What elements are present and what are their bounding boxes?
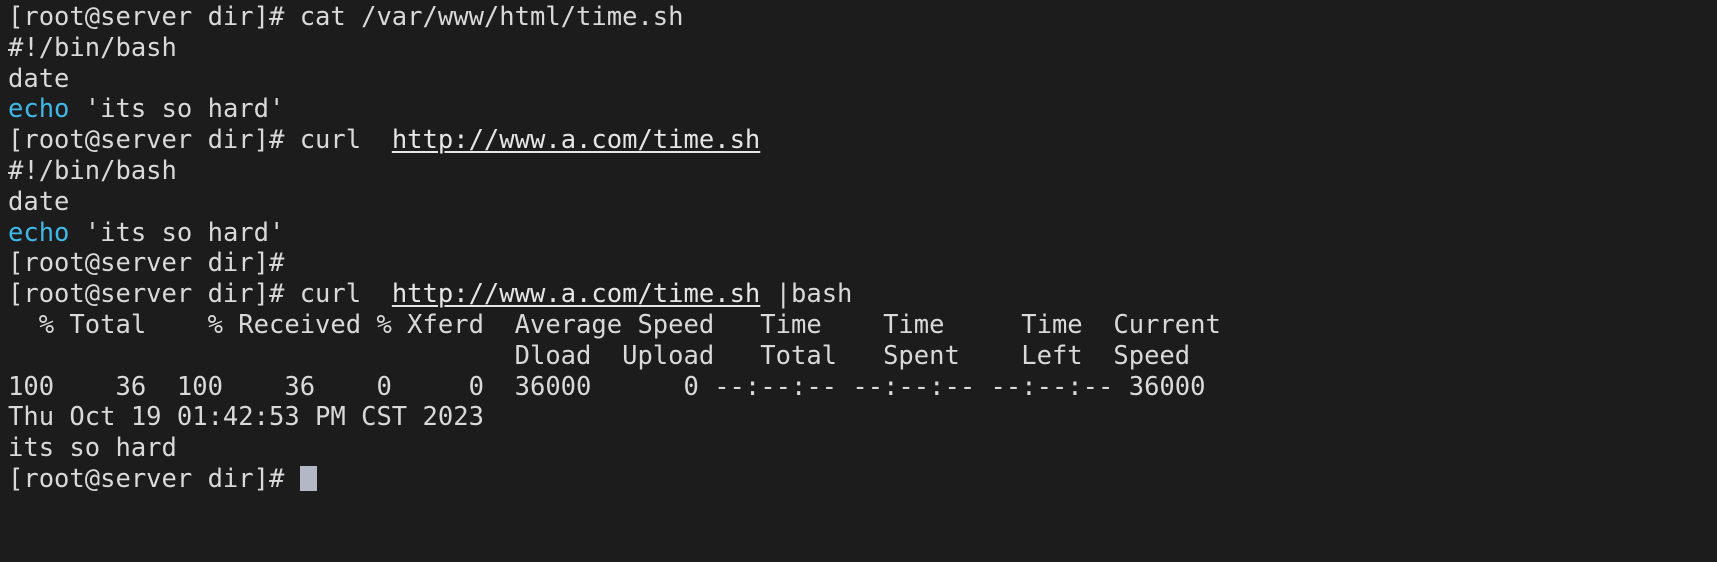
- line-4-echo: echo 'its so hard': [8, 94, 1717, 125]
- line-3-date-segment-0: date: [8, 63, 70, 94]
- line-14-date-output-segment-0: Thu Oct 19 01:42:53 PM CST 2023: [8, 402, 484, 433]
- line-2-shebang-segment-0: #!/bin/bash: [8, 32, 177, 63]
- line-7-date: date: [8, 187, 1717, 218]
- line-15-echo-output-segment-0: its so hard: [8, 433, 177, 464]
- line-11-curl-header-1-segment-0: % Total % Received % Xferd Average Speed…: [8, 309, 1221, 340]
- line-5-curl-command-segment-0: [root@server dir]# curl: [8, 125, 392, 156]
- terminal-screen[interactable]: [root@server dir]# cat /var/www/html/tim…: [8, 2, 1717, 562]
- line-4-echo-segment-1: 'its so hard': [69, 94, 285, 125]
- line-14-date-output: Thu Oct 19 01:42:53 PM CST 2023: [8, 402, 1717, 433]
- line-16-final-prompt-segment-0: [root@server dir]#: [8, 463, 300, 494]
- line-3-date: date: [8, 64, 1717, 95]
- line-13-curl-stats: 100 36 100 36 0 0 36000 0 --:--:-- --:--…: [8, 372, 1717, 403]
- line-16-final-prompt: [root@server dir]#: [8, 464, 1717, 495]
- line-12-curl-header-2: Dload Upload Total Spent Left Speed: [8, 341, 1717, 372]
- line-9-empty-prompt: [root@server dir]#: [8, 248, 1717, 279]
- line-11-curl-header-1: % Total % Received % Xferd Average Speed…: [8, 310, 1717, 341]
- text-cursor: [299, 465, 317, 491]
- line-5-curl-command: [root@server dir]# curl http://www.a.com…: [8, 125, 1717, 156]
- line-5-curl-command-segment-1[interactable]: http://www.a.com/time.sh: [392, 125, 760, 155]
- line-10-curl-pipe-bash-segment-2: |bash: [760, 279, 853, 310]
- line-10-curl-pipe-bash-segment-1[interactable]: http://www.a.com/time.sh: [392, 279, 760, 309]
- line-6-shebang-segment-0: #!/bin/bash: [8, 155, 177, 186]
- line-8-echo: echo 'its so hard': [8, 218, 1717, 249]
- line-4-echo-segment-0: echo: [8, 94, 70, 125]
- line-10-curl-pipe-bash-segment-0: [root@server dir]# curl: [8, 279, 392, 310]
- line-1-cat-command-segment-0: [root@server dir]# cat /var/www/html/tim…: [8, 2, 684, 32]
- line-10-curl-pipe-bash: [root@server dir]# curl http://www.a.com…: [8, 279, 1717, 310]
- line-2-shebang: #!/bin/bash: [8, 33, 1717, 64]
- terminal-window[interactable]: [root@server dir]# cat /var/www/html/tim…: [0, 0, 1717, 562]
- line-9-empty-prompt-segment-0: [root@server dir]#: [8, 248, 285, 279]
- line-8-echo-segment-0: echo: [8, 217, 70, 248]
- line-12-curl-header-2-segment-0: Dload Upload Total Spent Left Speed: [8, 340, 1191, 371]
- line-15-echo-output: its so hard: [8, 433, 1717, 464]
- line-13-curl-stats-segment-0: 100 36 100 36 0 0 36000 0 --:--:-- --:--…: [8, 371, 1206, 402]
- line-6-shebang: #!/bin/bash: [8, 156, 1717, 187]
- line-8-echo-segment-1: 'its so hard': [69, 217, 285, 248]
- line-1-cat-command: [root@server dir]# cat /var/www/html/tim…: [8, 2, 1717, 33]
- line-7-date-segment-0: date: [8, 186, 70, 217]
